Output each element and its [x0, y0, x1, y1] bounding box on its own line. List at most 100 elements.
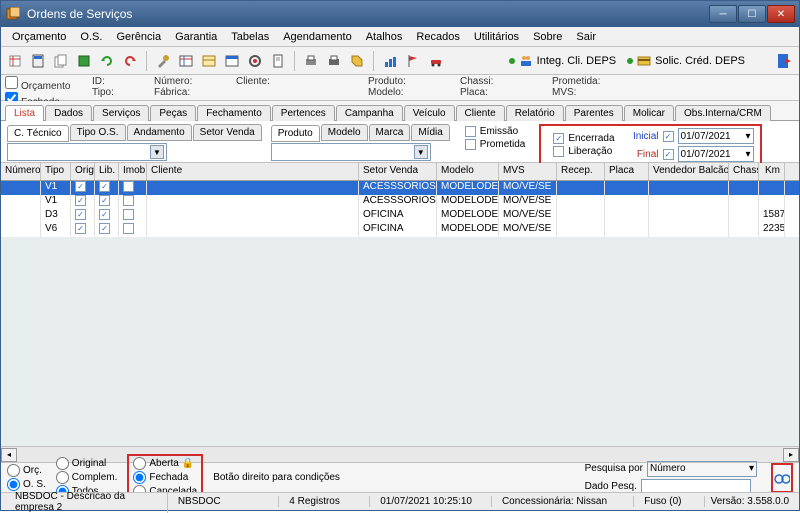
maximize-button[interactable]: ☐ — [738, 5, 766, 23]
tool-grid2-icon[interactable] — [199, 51, 219, 71]
search-button[interactable] — [771, 463, 793, 493]
col-imob[interactable]: Imob. — [119, 163, 147, 180]
tool-calc-icon[interactable] — [28, 51, 48, 71]
lbl-chassi: Chassi: — [460, 76, 540, 87]
menu-tabelas[interactable]: Tabelas — [224, 29, 276, 45]
radio-orc[interactable]: Orç. — [7, 464, 46, 477]
menu-garantia[interactable]: Garantia — [168, 29, 224, 45]
col-chassi[interactable]: Chassi — [729, 163, 759, 180]
date-inicial[interactable]: 01/07/2021▾ — [678, 128, 754, 144]
ftab-setorvenda[interactable]: Setor Venda — [193, 124, 262, 141]
filter-area: C. Técnico Tipo O.S. Andamento Setor Ven… — [1, 121, 799, 163]
ftab-modelo[interactable]: Modelo — [321, 124, 368, 141]
tab-fechamento[interactable]: Fechamento — [197, 105, 271, 121]
tool-flag-icon[interactable] — [403, 51, 423, 71]
col-orig[interactable]: Orig. — [71, 163, 95, 180]
chk-liberacao[interactable]: Liberação — [553, 146, 614, 157]
table-row[interactable]: V6✓✓OFICINAMODELODEMO/VE/SE22356 — [1, 223, 799, 237]
tool-print2-icon[interactable] — [324, 51, 344, 71]
tool-green-icon[interactable] — [74, 51, 94, 71]
ftab-marca[interactable]: Marca — [369, 124, 411, 141]
col-modelo[interactable]: Modelo — [437, 163, 499, 180]
dropdown-produto[interactable]: ▼ — [271, 143, 431, 161]
menu-recados[interactable]: Recados — [409, 29, 466, 45]
tab-parentes[interactable]: Parentes — [565, 105, 623, 121]
tool-doc-icon[interactable] — [268, 51, 288, 71]
table-row[interactable]: V1✓✓ACESSSORIOSMODELODEMO/VE/SE — [1, 195, 799, 209]
radio-aberta[interactable]: Aberta 🔒 — [133, 457, 197, 470]
ftab-midia[interactable]: Mídia — [411, 124, 449, 141]
tab-pecas[interactable]: Peças — [150, 105, 196, 121]
radio-complem[interactable]: Complem. — [56, 471, 118, 484]
chk-prometida[interactable]: Prometida — [465, 139, 526, 150]
grid-body[interactable]: V1✓✓ACESSSORIOSMODELODEMO/VE/SEV1✓✓ACESS… — [1, 181, 799, 446]
tool-tag-icon[interactable] — [347, 51, 367, 71]
scroll-right-button[interactable]: ▸ — [783, 448, 799, 462]
tool-car-icon[interactable] — [426, 51, 446, 71]
tool-copy-icon[interactable] — [51, 51, 71, 71]
card-icon — [637, 54, 651, 68]
tab-servicos[interactable]: Serviços — [93, 105, 149, 121]
menu-agendamento[interactable]: Agendamento — [276, 29, 359, 45]
menu-atalhos[interactable]: Atalhos — [359, 29, 410, 45]
tool-refresh-icon[interactable] — [97, 51, 117, 71]
tool-grid3-icon[interactable] — [222, 51, 242, 71]
tool-undo-icon[interactable] — [120, 51, 140, 71]
ftab-tipoos[interactable]: Tipo O.S. — [70, 124, 126, 141]
scroll-left-button[interactable]: ◂ — [1, 448, 17, 462]
tool-chart-icon[interactable] — [380, 51, 400, 71]
table-row[interactable]: V1✓✓ACESSSORIOSMODELODEMO/VE/SE — [1, 181, 799, 195]
menu-gerencia[interactable]: Gerência — [109, 29, 168, 45]
select-pesquisa[interactable]: Número▾ — [647, 461, 757, 477]
radio-fechada[interactable]: Fechada — [133, 471, 197, 484]
col-lib[interactable]: Lib. — [95, 163, 119, 180]
menu-sair[interactable]: Sair — [569, 29, 603, 45]
tab-obs[interactable]: Obs.Interna/CRM — [675, 105, 771, 121]
col-numero[interactable]: Número — [1, 163, 41, 180]
date-final[interactable]: 01/07/2021▾ — [678, 146, 754, 162]
col-km[interactable]: Km — [759, 163, 785, 180]
tab-molicar[interactable]: Molicar — [624, 105, 674, 121]
table-row[interactable]: D3✓✓OFICINAMODELODEMO/VE/SE1587! — [1, 209, 799, 223]
tab-pertences[interactable]: Pertences — [272, 105, 335, 121]
tool-parts-icon[interactable] — [245, 51, 265, 71]
chk-emissao[interactable]: Emissão — [465, 126, 526, 137]
minimize-button[interactable]: ─ — [709, 5, 737, 23]
tab-lista[interactable]: Lista — [5, 105, 44, 121]
link-solic[interactable]: Solic. Créd. DEPS — [623, 54, 749, 68]
tool-print1-icon[interactable] — [301, 51, 321, 71]
chk-encerrada[interactable]: ✓Encerrada — [553, 133, 614, 144]
tab-veiculo[interactable]: Veículo — [404, 105, 455, 121]
col-placa[interactable]: Placa — [605, 163, 649, 180]
col-mvs[interactable]: MVS — [499, 163, 557, 180]
tool-new-icon[interactable] — [5, 51, 25, 71]
radio-os[interactable]: O. S. — [7, 478, 46, 491]
chk-inicial[interactable]: ✓ — [663, 131, 674, 142]
col-vendedor[interactable]: Vendedor Balcão — [649, 163, 729, 180]
tab-dados[interactable]: Dados — [45, 105, 92, 121]
col-setorvenda[interactable]: Setor Venda — [359, 163, 437, 180]
ftab-produto[interactable]: Produto — [271, 125, 320, 142]
col-tipo[interactable]: Tipo — [41, 163, 71, 180]
ftab-ctecnico[interactable]: C. Técnico — [7, 125, 69, 142]
dropdown-ctecnico[interactable]: ▼ — [7, 143, 167, 161]
chk-final[interactable]: ✓ — [663, 149, 674, 160]
menu-os[interactable]: O.S. — [73, 29, 109, 45]
tab-cliente[interactable]: Cliente — [456, 105, 505, 121]
lbl-dado: Dado Pesq. — [585, 481, 637, 492]
menu-utilitarios[interactable]: Utilitários — [467, 29, 526, 45]
menu-orcamento[interactable]: Orçamento — [5, 29, 73, 45]
chk-orcamento[interactable] — [5, 76, 18, 89]
menu-sobre[interactable]: Sobre — [526, 29, 569, 45]
tab-relatorio[interactable]: Relatório — [506, 105, 564, 121]
ftab-andamento[interactable]: Andamento — [127, 124, 192, 141]
col-cliente[interactable]: Cliente — [147, 163, 359, 180]
tool-grid1-icon[interactable] — [176, 51, 196, 71]
radio-original[interactable]: Original — [56, 457, 118, 470]
tab-campanha[interactable]: Campanha — [336, 105, 403, 121]
tool-exit-icon[interactable] — [775, 51, 795, 71]
tool-tools-icon[interactable] — [153, 51, 173, 71]
col-recep[interactable]: Recep. — [557, 163, 605, 180]
link-integ[interactable]: Integ. Cli. DEPS — [505, 54, 620, 68]
close-button[interactable]: ✕ — [767, 5, 795, 23]
